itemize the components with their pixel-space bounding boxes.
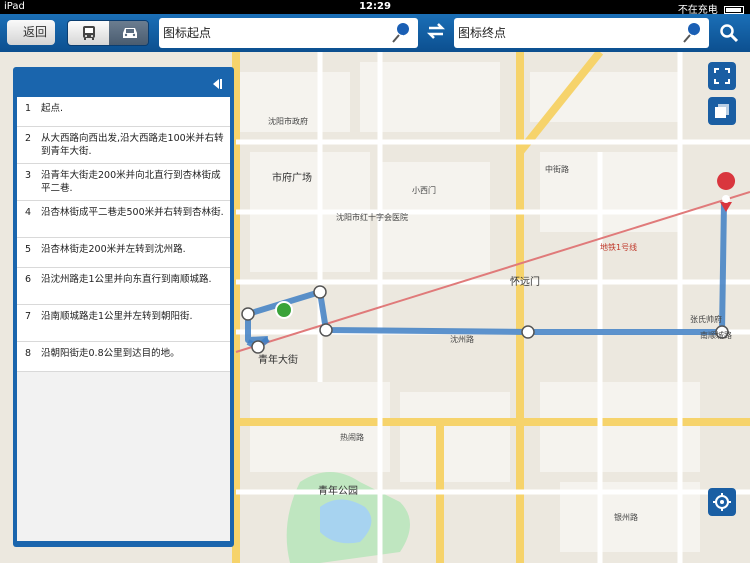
step-number: 3 [25, 170, 32, 181]
map-label: 沈州路 [450, 335, 474, 344]
back-button[interactable]: 返回 [7, 20, 55, 45]
direction-step[interactable]: 5 沿杏林街走200米并左转到沈州路. [17, 238, 230, 268]
directions-panel: 1 起点. 2 从大西路向西出发,沿大西路走100米并右转到青年大街. 3 沿青年大街走2… [13, 67, 234, 547]
battery-icon [724, 6, 744, 14]
pushpin-icon[interactable] [681, 21, 703, 45]
direction-step[interactable]: 1 起点. [17, 97, 230, 127]
map-label: 青年大街 [258, 355, 298, 366]
fullscreen-button[interactable] [708, 62, 736, 90]
step-number: 1 [25, 103, 32, 114]
direction-step[interactable]: 6 沿沈州路走1公里并向东直行到南顺城路. [17, 268, 230, 305]
bus-icon [82, 26, 95, 40]
car-mode-button[interactable] [109, 21, 148, 45]
step-number: 6 [25, 274, 32, 285]
map-label: 市府广场 [272, 173, 312, 184]
fullscreen-icon [714, 68, 730, 84]
step-number: 8 [25, 348, 32, 359]
map-label: 地铁1号线 [600, 243, 638, 252]
end-point-field[interactable]: 图标终点 [454, 18, 709, 48]
step-text: 沿沈州路走1公里并向东直行到南顺城路. [41, 274, 212, 285]
pushpin-icon[interactable] [390, 21, 412, 45]
locate-icon [713, 493, 731, 511]
map-label: 张氏帅府 [690, 315, 722, 324]
map-label: 南顺城路 [700, 331, 732, 340]
step-text: 沿青年大街走200米并向北直行到杏林街成平二巷. [41, 170, 221, 194]
layers-button[interactable] [708, 97, 736, 125]
directions-list: 1 起点. 2 从大西路向西出发,沿大西路走100米并右转到青年大街. 3 沿青年大街走2… [17, 97, 230, 541]
swap-button[interactable] [420, 20, 452, 46]
end-point-text: 图标终点 [458, 26, 507, 40]
step-number: 4 [25, 207, 32, 218]
step-text: 沿朝阳街走0.8公里到达目的地。 [41, 348, 180, 359]
car-icon [122, 28, 137, 38]
direction-step[interactable]: 8 沿朝阳街走0.8公里到达目的地。 [17, 342, 230, 372]
step-text: 沿南顺城路走1公里并左转到朝阳街. [41, 311, 193, 322]
step-text: 从大西路向西出发,沿大西路走100米并右转到青年大街. [41, 133, 224, 157]
direction-step[interactable]: 3 沿青年大街走200米并向北直行到杏林街成平二巷. [17, 164, 230, 201]
direction-step[interactable]: 7 沿南顺城路走1公里并左转到朝阳街. [17, 305, 230, 342]
start-point-field[interactable]: 图标起点 [159, 18, 418, 48]
swap-icon [426, 23, 446, 39]
map-label: 青年公园 [318, 486, 358, 497]
start-point-text: 图标起点 [163, 26, 212, 40]
map-label: 热闹路 [340, 433, 364, 442]
step-number: 5 [25, 244, 32, 255]
bus-mode-button[interactable] [68, 21, 109, 45]
direction-step[interactable]: 2 从大西路向西出发,沿大西路走100米并右转到青年大街. [17, 127, 230, 164]
step-text: 沿杏林街走200米并左转到沈州路. [41, 244, 186, 255]
layers-icon [715, 104, 729, 118]
transport-mode-selector [67, 20, 149, 46]
search-icon [720, 24, 739, 43]
panel-header [17, 71, 230, 97]
map-label: 银州路 [614, 513, 638, 522]
top-toolbar: 返回 图标起点 图标终点 [0, 14, 750, 52]
map-label: 怀远门 [510, 277, 540, 288]
status-bar: iPad 12:29 不在充电 [0, 0, 750, 16]
direction-step[interactable]: 4 沿杏林街成平二巷走500米并右转到杏林街. [17, 201, 230, 238]
map-label: 中街路 [545, 165, 569, 174]
step-text: 起点. [41, 103, 64, 114]
map-label: 小西门 [412, 186, 436, 195]
step-number: 2 [25, 133, 32, 144]
search-button[interactable] [712, 18, 746, 48]
step-text: 沿杏林街成平二巷走500米并右转到杏林街. [41, 207, 224, 218]
collapse-icon[interactable] [210, 77, 224, 91]
map-label: 沈阳市政府 [268, 117, 308, 126]
map-label: 沈阳市红十字会医院 [336, 213, 408, 222]
locate-button[interactable] [708, 488, 736, 516]
clock: 12:29 [359, 1, 391, 12]
step-number: 7 [25, 311, 32, 322]
